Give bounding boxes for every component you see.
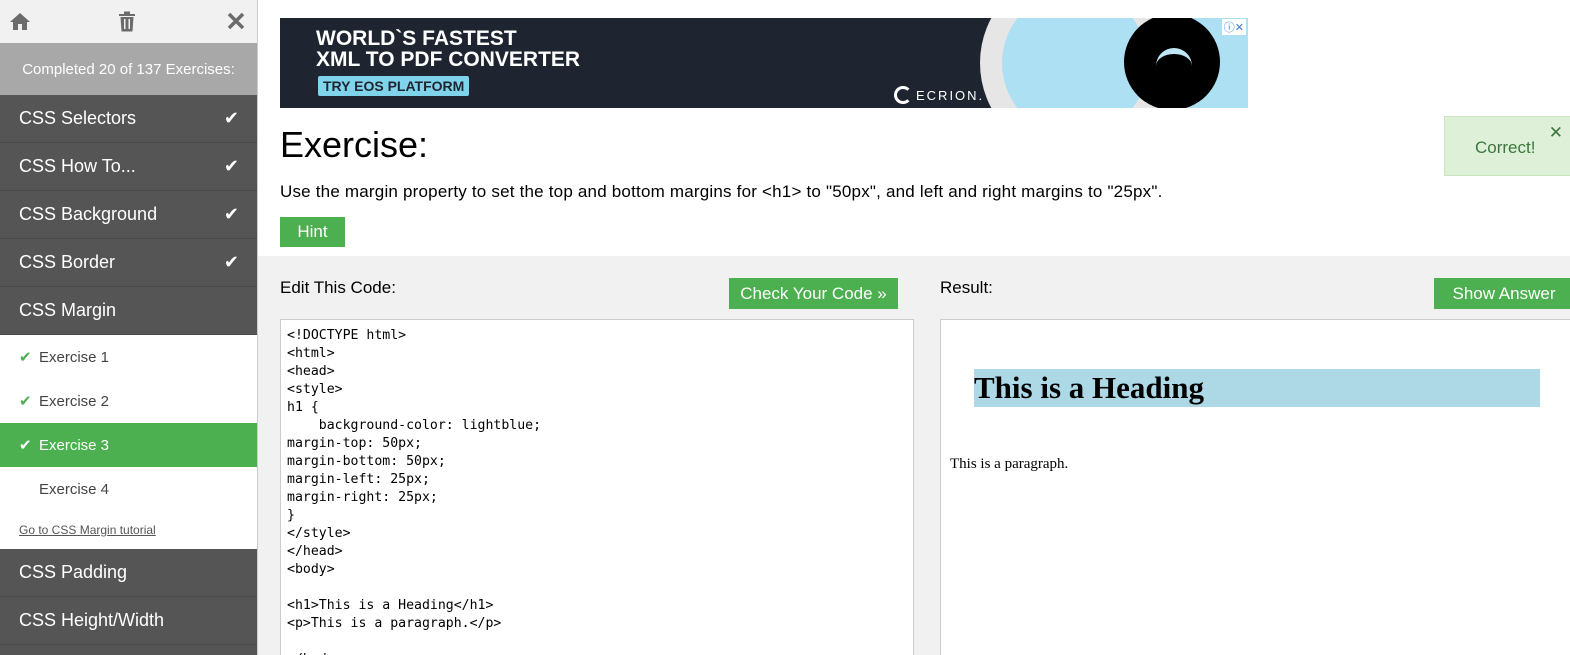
progress-text: Completed 20 of 137 Exercises:: [0, 43, 257, 95]
check-code-button[interactable]: Check Your Code »: [729, 278, 898, 309]
hint-button[interactable]: Hint: [280, 217, 345, 247]
result-frame: This is a Heading This is a paragraph.: [940, 319, 1570, 655]
check-icon: ✔: [19, 349, 32, 366]
ad-decoration: [1156, 48, 1192, 84]
topic-label: CSS Padding: [19, 562, 128, 582]
exercise-label: Exercise 1: [39, 348, 110, 366]
ecrion-logo-icon: [894, 86, 912, 104]
exercise-item-2[interactable]: ✔ Exercise 2: [0, 379, 257, 423]
close-icon[interactable]: ✕: [1549, 123, 1563, 143]
topic-label: CSS Height/Width: [19, 610, 165, 630]
code-editor[interactable]: <!DOCTYPE html> <html> <head> <style> h1…: [280, 319, 914, 655]
check-icon: ✔: [223, 108, 239, 128]
topic-css-padding[interactable]: CSS Padding: [0, 549, 257, 597]
topic-label: CSS Margin: [19, 300, 117, 320]
topic-label: CSS Selectors: [19, 108, 137, 128]
exercise-instruction: Use the margin property to set the top a…: [280, 182, 1163, 201]
ad-cta-button[interactable]: TRY EOS PLATFORM: [318, 76, 470, 96]
check-icon: ✔: [223, 156, 239, 176]
check-icon: ✔: [19, 437, 32, 454]
check-icon: ✔: [19, 393, 32, 410]
ad-headline-2: XML TO PDF CONVERTER: [316, 48, 581, 71]
exercise-label: Exercise 4: [39, 480, 110, 498]
correct-toast: Correct! ✕: [1444, 116, 1570, 176]
result-paragraph: This is a paragraph.: [950, 456, 1069, 472]
exercise-label: Exercise 3: [39, 436, 110, 454]
close-icon[interactable]: [223, 8, 249, 34]
workspace: Edit This Code: Check Your Code » Result…: [258, 256, 1570, 655]
sidebar-toolbar: [0, 0, 257, 43]
tutorial-link[interactable]: Go to CSS Margin tutorial: [0, 511, 257, 549]
toast-text: Correct!: [1475, 138, 1536, 157]
home-icon[interactable]: [7, 8, 33, 34]
topic-label: CSS Border: [19, 252, 116, 272]
topic-css-background[interactable]: CSS Background ✔: [0, 191, 257, 239]
topic-label: CSS How To...: [19, 156, 136, 176]
topic-css-margin[interactable]: CSS Margin: [0, 287, 257, 335]
edit-code-label: Edit This Code:: [280, 278, 396, 297]
page-title: Exercise:: [280, 124, 429, 165]
ad-choices-icon[interactable]: ⓘ✕: [1221, 19, 1246, 35]
topic-css-selectors[interactable]: CSS Selectors ✔: [0, 95, 257, 143]
exercise-item-3[interactable]: ✔ Exercise 3: [0, 423, 257, 467]
topic-label: CSS Background: [19, 204, 158, 224]
ad-brand: ECRION.: [916, 88, 985, 103]
exercise-label: Exercise 2: [39, 392, 110, 410]
check-icon: ✔: [223, 204, 239, 224]
topic-css-border[interactable]: CSS Border ✔: [0, 239, 257, 287]
advertisement-banner[interactable]: WORLD`S FASTEST XML TO PDF CONVERTER TRY…: [280, 18, 1248, 108]
trash-icon[interactable]: [114, 8, 140, 34]
ad-headline-1: WORLD`S FASTEST: [316, 27, 517, 50]
result-heading: This is a Heading: [974, 369, 1540, 407]
topic-css-how-to[interactable]: CSS How To... ✔: [0, 143, 257, 191]
result-label: Result:: [940, 278, 993, 297]
main-content: WORLD`S FASTEST XML TO PDF CONVERTER TRY…: [258, 0, 1570, 655]
sidebar: Completed 20 of 137 Exercises: CSS Selec…: [0, 0, 258, 655]
topic-css-height-width[interactable]: CSS Height/Width: [0, 597, 257, 645]
show-answer-button[interactable]: Show Answer: [1434, 278, 1570, 309]
exercise-item-1[interactable]: ✔ Exercise 1: [0, 335, 257, 379]
check-icon: ✔: [223, 252, 239, 272]
exercise-item-4[interactable]: Exercise 4: [0, 467, 257, 511]
